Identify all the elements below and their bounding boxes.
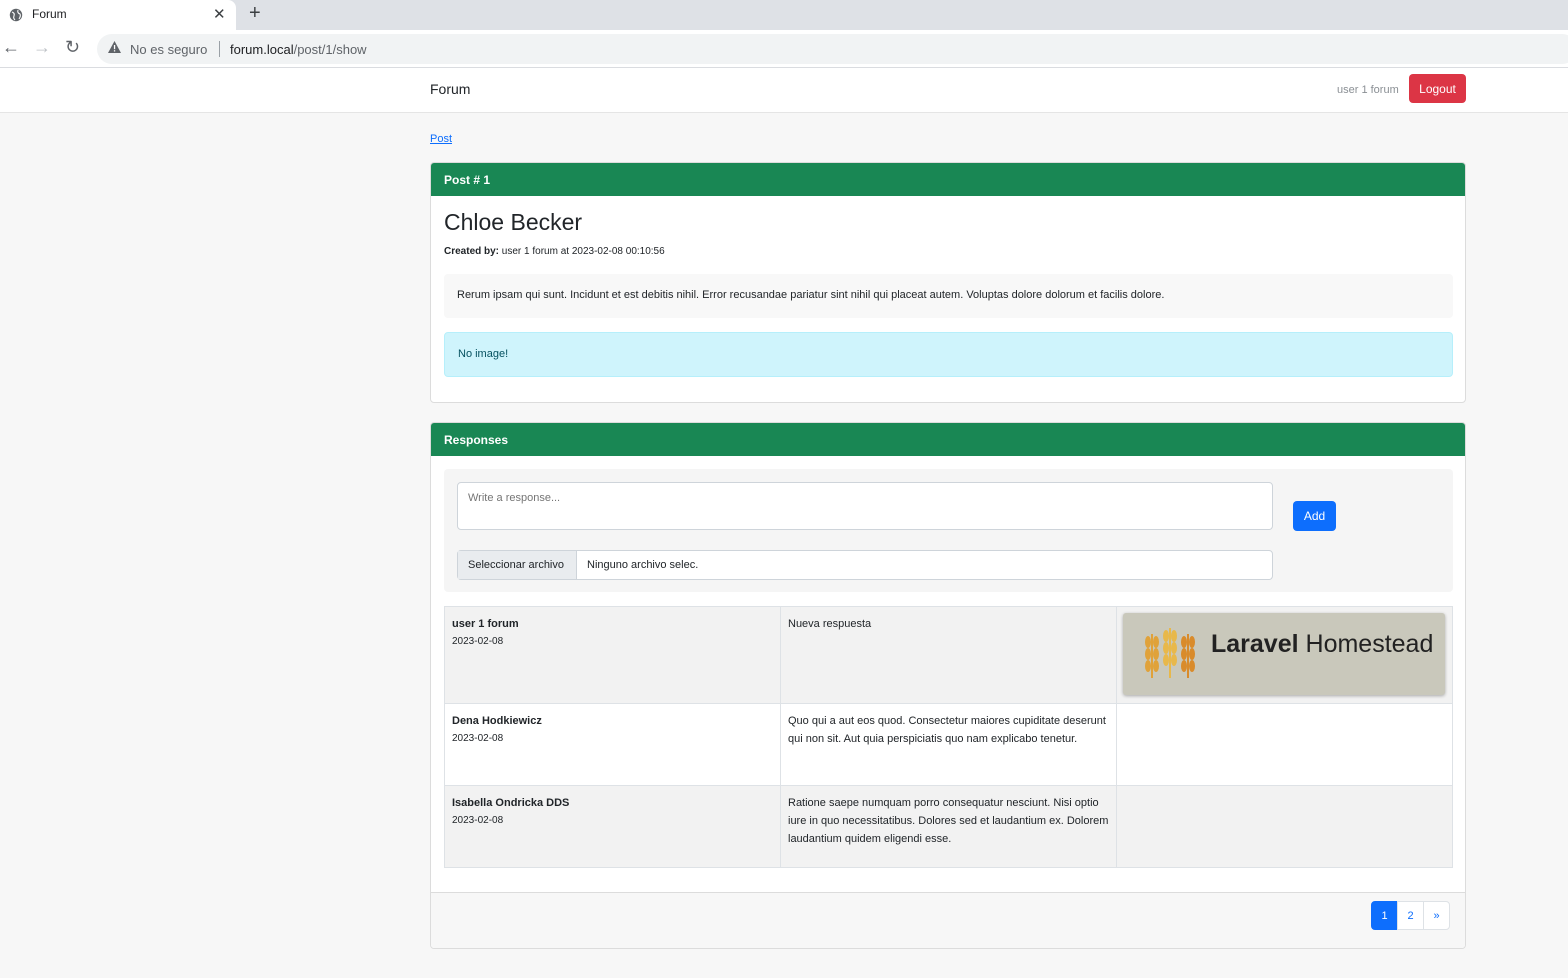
logo-brand: Laravel (1211, 630, 1299, 658)
response-author-cell: Isabella Ondricka DDS 2023-02-08 (444, 785, 781, 868)
response-author-cell: user 1 forum 2023-02-08 (444, 606, 781, 704)
response-input[interactable] (457, 482, 1273, 530)
homestead-logo-text: Laravel Homestead (1211, 632, 1433, 657)
created-by-value: user 1 forum at 2023-02-08 00:10:56 (501, 246, 665, 257)
wheat-logo-icon (1145, 628, 1195, 678)
omnibox-divider (219, 41, 220, 57)
no-image-alert: No image! (444, 332, 1453, 377)
next-page-link[interactable]: » (1423, 901, 1450, 930)
url-text: forum.local/post/1/show (230, 42, 367, 57)
response-author: user 1 forum (452, 618, 519, 630)
response-image[interactable]: Laravel Homestead (1123, 613, 1445, 695)
new-tab-icon[interactable]: + (249, 2, 261, 25)
url-host: forum.local (230, 42, 294, 57)
response-author: Isabella Ondricka DDS (452, 797, 570, 809)
security-label: No es seguro (130, 42, 208, 57)
close-tab-icon[interactable]: ✕ (213, 5, 226, 23)
response-date: 2023-02-08 (452, 815, 504, 826)
app-navbar: Forum user 1 forum Logout (0, 68, 1568, 113)
table-row: user 1 forum 2023-02-08 Nueva respuesta (444, 606, 1453, 704)
url-path: /post/1/show (293, 42, 367, 57)
current-user: user 1 forum (1337, 84, 1399, 96)
response-image-cell: Laravel Homestead (1116, 606, 1453, 704)
response-image-cell (1116, 703, 1453, 786)
post-body: Rerum ipsam qui sunt. Incidunt et est de… (444, 274, 1453, 318)
response-date: 2023-02-08 (452, 636, 504, 647)
responses-footer: 1 2 » (431, 892, 1465, 948)
browser-toolbar: ← → ↻ No es seguro forum.local/post/1/sh… (0, 30, 1568, 68)
created-by-label: Created by: (444, 246, 500, 257)
page-2-link[interactable]: 2 (1397, 901, 1424, 930)
brand-link[interactable]: Forum (430, 81, 470, 97)
response-image-cell (1116, 785, 1453, 868)
responses-table: user 1 forum 2023-02-08 Nueva respuesta (444, 606, 1453, 868)
table-row: Dena Hodkiewicz 2023-02-08 Quo qui a aut… (444, 703, 1453, 786)
response-text: Ratione saepe numquam porro consequatur … (780, 785, 1117, 868)
tab-title: Forum (32, 7, 67, 21)
file-input[interactable]: Seleccionar archivo Ninguno archivo sele… (457, 550, 1273, 580)
choose-file-button[interactable]: Seleccionar archivo (458, 551, 577, 579)
response-author-cell: Dena Hodkiewicz 2023-02-08 (444, 703, 781, 786)
response-date: 2023-02-08 (452, 733, 504, 744)
browser-tabbar: Forum ✕ + (0, 0, 1568, 30)
browser-tab[interactable]: Forum ✕ (0, 0, 236, 30)
add-response-button[interactable]: Add (1293, 501, 1336, 531)
logo-product: Homestead (1305, 630, 1434, 658)
reload-icon[interactable]: ↻ (65, 37, 80, 58)
post-card: Post # 1 Chloe Becker Created by: user 1… (430, 162, 1466, 403)
pagination: 1 2 » (1371, 901, 1450, 930)
response-text: Nueva respuesta (780, 606, 1117, 704)
forward-icon[interactable]: → (33, 37, 51, 58)
address-bar[interactable]: No es seguro forum.local/post/1/show (97, 34, 1568, 64)
post-title: Chloe Becker (444, 209, 583, 235)
globe-icon (9, 8, 23, 22)
breadcrumb-post-link[interactable]: Post (430, 133, 452, 145)
post-meta: Created by: user 1 forum at 2023-02-08 0… (444, 246, 665, 257)
post-header: Post # 1 (431, 163, 1465, 196)
table-row: Isabella Ondricka DDS 2023-02-08 Ratione… (444, 785, 1453, 868)
responses-header: Responses (431, 423, 1465, 456)
page-1-link[interactable]: 1 (1371, 901, 1398, 930)
response-author: Dena Hodkiewicz (452, 715, 542, 727)
logout-button[interactable]: Logout (1409, 74, 1466, 103)
response-form: Add Seleccionar archivo Ninguno archivo … (444, 469, 1453, 592)
file-status: Ninguno archivo selec. (587, 559, 699, 571)
warning-icon (108, 41, 121, 53)
back-icon[interactable]: ← (2, 37, 20, 58)
responses-card: Responses Add Seleccionar archivo Ningun… (430, 422, 1466, 949)
response-text: Quo qui a aut eos quod. Consectetur maio… (780, 703, 1117, 786)
